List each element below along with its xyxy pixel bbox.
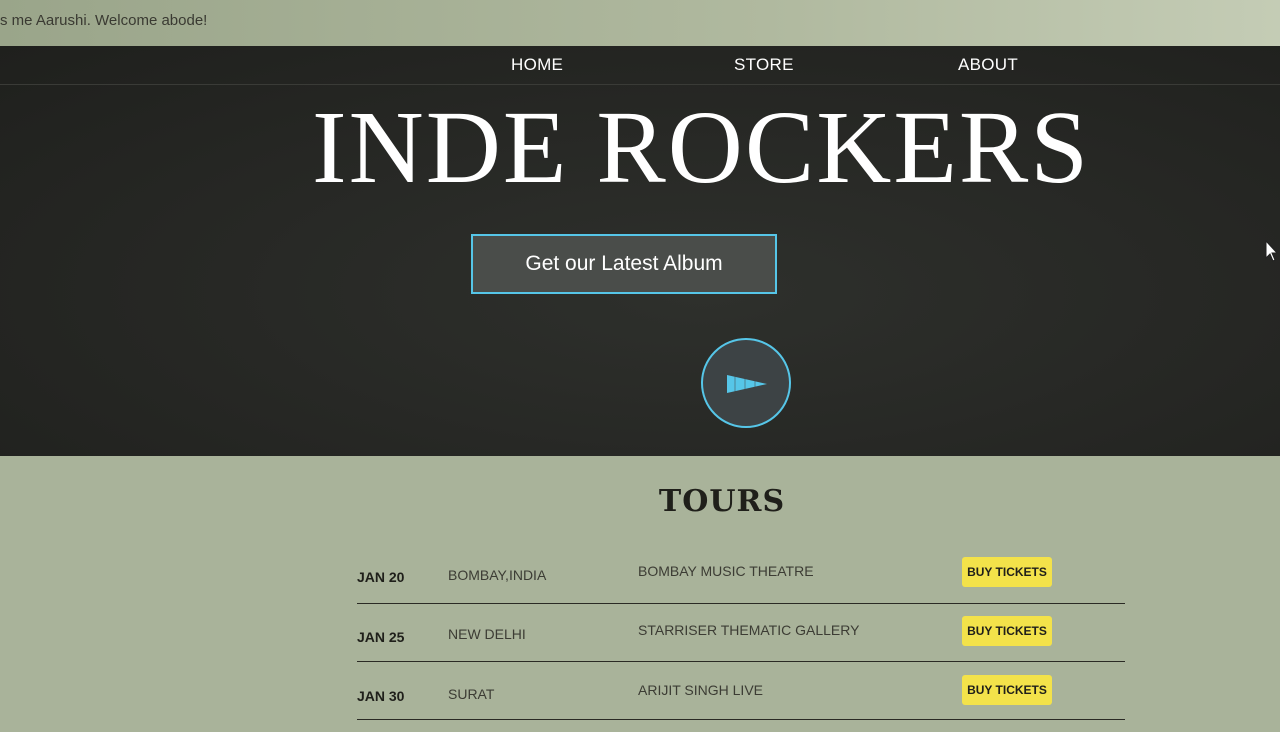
band-title: INDE ROCKERS bbox=[312, 90, 1091, 205]
buy-tickets-button[interactable]: BUY TICKETS bbox=[962, 557, 1052, 587]
mouse-cursor-icon bbox=[1265, 239, 1279, 267]
tour-venue: STARRISER THEMATIC GALLERY bbox=[638, 622, 860, 638]
tour-city: NEW DELHI bbox=[448, 626, 526, 642]
latest-album-button[interactable]: Get our Latest Album bbox=[471, 234, 777, 294]
buy-tickets-button[interactable]: BUY TICKETS bbox=[962, 616, 1052, 646]
tours-heading: TOURS bbox=[658, 484, 786, 519]
buy-tickets-button[interactable]: BUY TICKETS bbox=[962, 675, 1052, 705]
tour-city: BOMBAY,INDIA bbox=[448, 567, 547, 583]
hero-section: HOME STORE ABOUT INDE ROCKERS Get our La… bbox=[0, 46, 1280, 456]
play-icon bbox=[727, 375, 767, 393]
top-bar: s me Aarushi. Welcome abode! bbox=[0, 0, 1280, 46]
tour-date: JAN 30 bbox=[357, 688, 405, 704]
tour-row: JAN 20 BOMBAY,INDIA BOMBAY MUSIC THEATRE… bbox=[357, 545, 1125, 604]
tour-venue: BOMBAY MUSIC THEATRE bbox=[638, 563, 814, 579]
nav-about-link[interactable]: ABOUT bbox=[958, 55, 1018, 75]
play-button[interactable] bbox=[701, 338, 791, 428]
tour-date: JAN 20 bbox=[357, 569, 405, 585]
nav-home-link[interactable]: HOME bbox=[511, 55, 563, 75]
tour-row: JAN 30 SURAT ARIJIT SINGH LIVE BUY TICKE… bbox=[357, 661, 1125, 720]
main-nav: HOME STORE ABOUT bbox=[0, 46, 1280, 85]
welcome-text: s me Aarushi. Welcome abode! bbox=[0, 12, 208, 29]
tour-city: SURAT bbox=[448, 686, 495, 702]
tour-row: JAN 25 NEW DELHI STARRISER THEMATIC GALL… bbox=[357, 603, 1125, 662]
tour-date: JAN 25 bbox=[357, 629, 405, 645]
nav-store-link[interactable]: STORE bbox=[734, 55, 794, 75]
tour-venue: ARIJIT SINGH LIVE bbox=[638, 682, 763, 698]
